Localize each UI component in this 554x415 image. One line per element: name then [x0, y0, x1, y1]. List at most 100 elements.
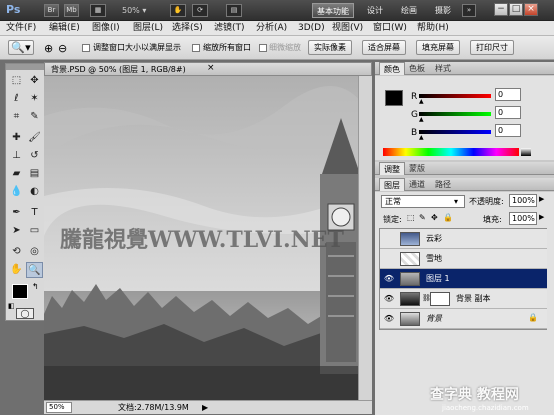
- pen-tool-icon[interactable]: ✒: [8, 205, 25, 221]
- status-menu-arrow-icon[interactable]: ▶: [202, 401, 208, 414]
- blend-mode-dropdown[interactable]: 正常 ▾: [381, 195, 465, 208]
- lock-transparent-icon[interactable]: ⬚: [407, 213, 415, 222]
- actual-pixels-button[interactable]: 实际像素: [308, 40, 352, 55]
- document-canvas[interactable]: 騰龍視覺WWW.TLVI.NET: [44, 76, 372, 400]
- menu-3d[interactable]: 3D(D): [298, 22, 325, 35]
- fill-field[interactable]: 100%: [509, 212, 537, 225]
- document-tab[interactable]: 背景.PSD @ 50% (图层 1, RGB/8#) ×: [44, 62, 372, 76]
- red-slider-handle-icon[interactable]: ▲: [419, 98, 424, 105]
- clone-stamp-icon[interactable]: ⊥: [8, 148, 25, 164]
- swap-colors-icon[interactable]: ↰: [32, 282, 39, 291]
- layer-row-clouds[interactable]: 云彩: [380, 229, 547, 249]
- path-selection-icon[interactable]: ➤: [8, 223, 25, 239]
- green-value[interactable]: 0: [495, 106, 521, 119]
- print-size-button[interactable]: 打印尺寸: [470, 40, 514, 55]
- menu-analysis[interactable]: 分析(A): [256, 22, 287, 35]
- mini-bridge-button[interactable]: Mb: [64, 4, 79, 17]
- dodge-tool-icon[interactable]: ◐: [26, 184, 43, 200]
- blue-slider[interactable]: [419, 130, 491, 134]
- quick-mask-icon[interactable]: ◯: [16, 308, 34, 319]
- close-document-icon[interactable]: ×: [207, 63, 215, 73]
- tab-styles[interactable]: 样式: [431, 62, 455, 75]
- history-brush-icon[interactable]: ↺: [26, 148, 43, 164]
- layer-row-background-copy[interactable]: 👁 ⛓ 背景 副本: [380, 289, 547, 309]
- status-zoom-field[interactable]: 50%: [46, 402, 72, 413]
- eraser-icon[interactable]: ▰: [8, 166, 25, 182]
- menu-filter[interactable]: 滤镜(T): [214, 22, 245, 35]
- layer-mask-thumbnail[interactable]: [430, 292, 450, 306]
- tab-adjustments[interactable]: 调整: [379, 162, 405, 175]
- tab-masks[interactable]: 蒙版: [405, 162, 429, 175]
- default-colors-icon[interactable]: ◧: [8, 302, 15, 310]
- layer-row-background[interactable]: 👁 背景 🔒: [380, 309, 547, 329]
- blue-value[interactable]: 0: [495, 124, 521, 137]
- gradient-tool-icon[interactable]: ▤: [26, 166, 43, 182]
- more-workspaces-icon[interactable]: »: [462, 4, 476, 17]
- tab-paths[interactable]: 路径: [431, 178, 455, 191]
- lock-position-icon[interactable]: ✥: [431, 213, 438, 222]
- blue-slider-handle-icon[interactable]: ▲: [419, 134, 424, 141]
- panel-foreground-swatch[interactable]: [385, 90, 403, 106]
- menu-image[interactable]: 图像(I): [92, 22, 120, 35]
- fill-screen-button[interactable]: 填充屏幕: [416, 40, 460, 55]
- type-tool-icon[interactable]: T: [26, 205, 43, 221]
- crop-tool-icon[interactable]: ⌗: [8, 109, 25, 125]
- 3d-orbit-icon[interactable]: ◎: [26, 244, 43, 260]
- opacity-slider-icon[interactable]: ▶: [539, 195, 544, 203]
- menu-window[interactable]: 窗口(W): [373, 22, 407, 35]
- visibility-toggle-icon[interactable]: 👁: [382, 292, 396, 305]
- visibility-toggle-icon[interactable]: 👁: [382, 312, 396, 325]
- tab-color[interactable]: 颜色: [379, 62, 405, 75]
- magic-wand-icon[interactable]: ✶: [26, 91, 43, 107]
- shape-tool-icon[interactable]: ▭: [26, 223, 43, 239]
- scrubby-zoom-checkbox[interactable]: [259, 44, 267, 52]
- rotate-view-button[interactable]: ⟳: [192, 4, 208, 17]
- foreground-color-swatch[interactable]: [12, 284, 28, 299]
- brush-tool-icon[interactable]: 🖌: [26, 130, 43, 146]
- zoom-tool-preset-icon[interactable]: 🔍▾: [8, 40, 34, 55]
- zoom-level-dropdown[interactable]: 50% ▾: [122, 4, 162, 17]
- red-value[interactable]: 0: [495, 88, 521, 101]
- zoom-tool-icon[interactable]: 🔍: [26, 262, 43, 278]
- menu-layer[interactable]: 图层(L): [133, 22, 163, 35]
- red-slider[interactable]: [419, 94, 491, 98]
- workspace-design[interactable]: 设计: [364, 3, 386, 18]
- menu-edit[interactable]: 编辑(E): [49, 22, 80, 35]
- opacity-field[interactable]: 100%: [509, 194, 537, 207]
- visibility-toggle-icon[interactable]: 👁: [382, 272, 396, 285]
- fill-slider-icon[interactable]: ▶: [539, 213, 544, 221]
- move-tool-icon[interactable]: ✥: [26, 73, 43, 89]
- view-extras-button[interactable]: ▦: [90, 4, 106, 17]
- lasso-tool-icon[interactable]: ℓ: [8, 91, 25, 107]
- fit-screen-button[interactable]: 适合屏幕: [362, 40, 406, 55]
- grayscale-ramp[interactable]: [521, 148, 531, 156]
- toolbox-grip[interactable]: [6, 64, 44, 70]
- resize-windows-checkbox[interactable]: [82, 44, 90, 52]
- workspace-photography[interactable]: 摄影: [430, 3, 456, 18]
- hand-tool-icon[interactable]: ✋: [8, 262, 25, 278]
- color-spectrum-ramp[interactable]: [383, 148, 519, 156]
- green-slider-handle-icon[interactable]: ▲: [419, 116, 424, 123]
- close-button[interactable]: ×: [524, 3, 538, 16]
- green-slider[interactable]: [419, 112, 491, 116]
- zoom-in-icon[interactable]: ⊕: [44, 42, 53, 55]
- blur-tool-icon[interactable]: 💧: [8, 184, 25, 200]
- zoom-out-icon[interactable]: ⊖: [58, 42, 67, 55]
- healing-brush-icon[interactable]: ✚: [8, 130, 25, 146]
- minimize-button[interactable]: −: [494, 3, 508, 16]
- workspace-painting[interactable]: 绘画: [396, 3, 422, 18]
- menu-view[interactable]: 视图(V): [332, 22, 363, 35]
- layer-row-layer-1[interactable]: 👁 图层 1: [380, 269, 547, 289]
- visibility-toggle-icon[interactable]: [382, 252, 396, 265]
- maximize-button[interactable]: □: [509, 3, 523, 16]
- lock-all-icon[interactable]: 🔒: [443, 213, 453, 222]
- tab-channels[interactable]: 通道: [405, 178, 429, 191]
- 3d-rotate-icon[interactable]: ⟲: [8, 244, 25, 260]
- menu-help[interactable]: 帮助(H): [417, 22, 449, 35]
- workspace-essentials[interactable]: 基本功能: [312, 3, 354, 18]
- tab-swatches[interactable]: 色板: [405, 62, 429, 75]
- lock-pixels-icon[interactable]: ✎: [419, 213, 426, 222]
- menu-select[interactable]: 选择(S): [172, 22, 203, 35]
- vertical-scrollbar[interactable]: [358, 76, 372, 400]
- tab-layers[interactable]: 图层: [379, 178, 405, 191]
